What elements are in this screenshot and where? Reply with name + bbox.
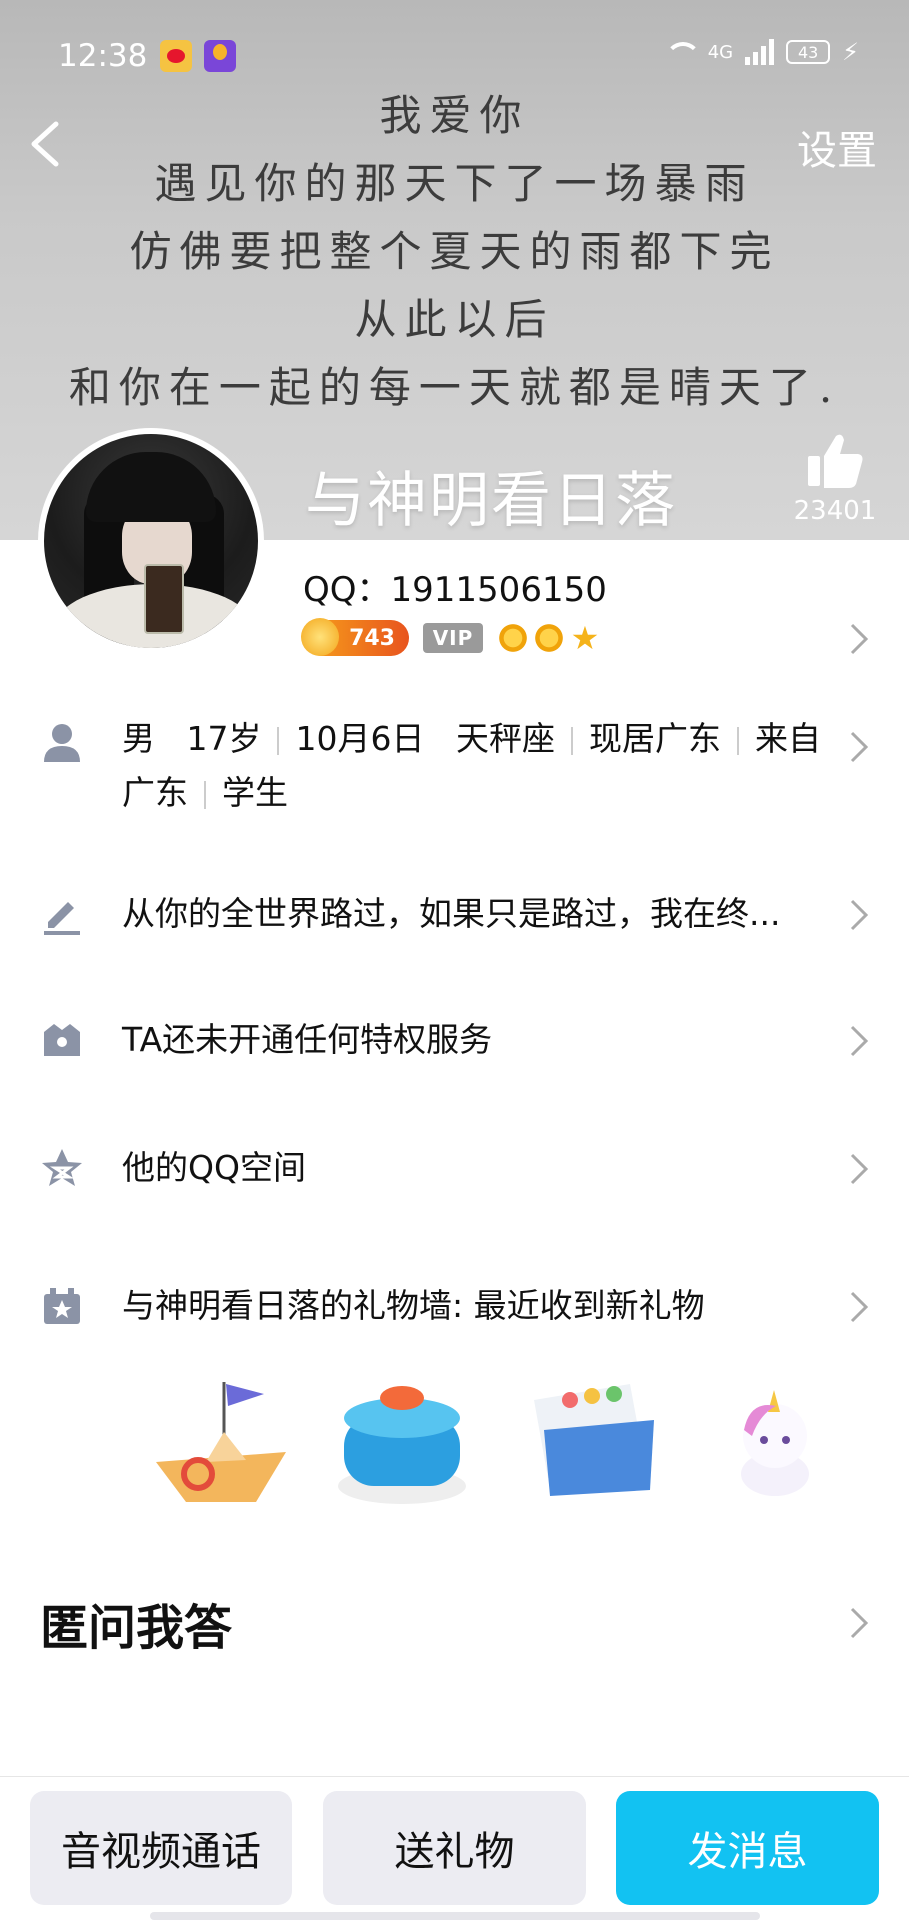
network-type: 4G (707, 41, 734, 63)
like-count: 23401 (793, 496, 877, 526)
gender: 男 (122, 719, 155, 758)
profile-nickname: 与神明看日落 (305, 466, 677, 536)
poem-line: 仿佛要把整个夏天的雨都下完 (129, 227, 780, 276)
badge-row[interactable]: 743 VIP ★ (301, 618, 601, 656)
qa-section-title: 匿问我答 (40, 1600, 233, 1656)
level-badge: 743 (301, 618, 409, 656)
gift-wall-text: 与神明看日落的礼物墙: 最近收到新礼物 (122, 1286, 705, 1325)
qq-number: QQ：1911506150 (303, 570, 607, 610)
send-message-button[interactable]: 发消息 (616, 1791, 879, 1905)
unicorn-icon (730, 1390, 820, 1504)
bottom-action-bar: 音视频通话 送礼物 发消息 (0, 1776, 909, 1920)
gift-icon (40, 1284, 84, 1328)
chevron-right-icon[interactable] (849, 1606, 869, 1640)
battery-icon: 43 (786, 40, 831, 64)
charging-icon: ⚡ (842, 38, 859, 66)
status-indicators: 4G 43 ⚡ (662, 38, 859, 66)
person-icon (40, 720, 84, 764)
gift-wall-row[interactable]: 与神明看日落的礼物墙: 最近收到新礼物 (0, 1284, 909, 1344)
poem-line: 遇见你的那天下了一场暴雨 (154, 159, 755, 208)
video-app-icon (204, 40, 236, 72)
poem-line: 从此以后 (354, 295, 555, 344)
star-level-icon: ★ (570, 619, 600, 657)
star-icon (40, 1146, 84, 1190)
privilege-row[interactable]: TA还未开通任何特权服务 (0, 1018, 909, 1078)
vip-badge: VIP (423, 623, 483, 653)
gift-list[interactable] (140, 1360, 840, 1510)
weibo-icon (160, 40, 192, 72)
privilege-text: TA还未开通任何特权服务 (122, 1020, 493, 1059)
chevron-right-icon[interactable] (849, 622, 869, 656)
status-bar: 12:38 4G 43 ⚡ (0, 0, 909, 110)
signature-row[interactable]: 从你的全世界路过，如果只是路过，我在终... (0, 892, 909, 952)
chevron-right-icon (849, 730, 869, 764)
chevron-right-icon (849, 1024, 869, 1058)
status-time: 12:38 (58, 38, 148, 74)
send-gift-button[interactable]: 送礼物 (323, 1791, 586, 1905)
level-value: 743 (349, 625, 395, 651)
video-call-button[interactable]: 音视频通话 (30, 1791, 292, 1905)
age: 17岁 (186, 719, 262, 758)
like-button[interactable]: 23401 (785, 430, 885, 526)
signal-icon (745, 39, 775, 65)
home-indicator[interactable] (150, 1912, 760, 1920)
signature-text: 从你的全世界路过，如果只是路过，我在终... (122, 894, 781, 933)
occupation: 学生 (222, 773, 288, 812)
settings-button[interactable]: 设置 (797, 118, 877, 176)
pencil-icon (40, 892, 84, 936)
battery-level: 43 (797, 42, 819, 62)
chevron-right-icon (849, 1290, 869, 1324)
qzone-text: 他的QQ空间 (122, 1148, 306, 1187)
chevron-right-icon (849, 1152, 869, 1186)
personal-info-row[interactable]: 男 17岁 10月6日 天秤座 现居广东 来自广东 学生 (0, 718, 909, 838)
banner-poem: 我爱你 遇见你的那天下了一场暴雨 仿佛要把整个夏天的雨都下完 从此以后 和你在一… (0, 82, 909, 422)
zodiac: 天秤座 (455, 719, 555, 758)
sun-icon (533, 622, 565, 654)
chevron-left-icon (31, 121, 59, 167)
avatar[interactable] (38, 428, 264, 654)
sun-icon (497, 622, 529, 654)
wifi-icon (662, 40, 701, 64)
birthday-card-icon (530, 1380, 660, 1504)
chevron-right-icon (849, 898, 869, 932)
paper-boat-icon (146, 1372, 296, 1516)
level-icons: ★ (497, 622, 601, 654)
birthday-cake-icon (332, 1376, 472, 1520)
crown-icon (40, 1018, 84, 1062)
thumbs-up-icon (808, 434, 863, 488)
qzone-row[interactable]: 他的QQ空间 (0, 1146, 909, 1206)
birthday: 10月6日 (295, 719, 425, 758)
back-button[interactable] (22, 116, 72, 172)
poem-line: 和你在一起的每一天就都是晴天了. (68, 363, 841, 412)
personal-info-text: 男 17岁 10月6日 天秤座 现居广东 来自广东 学生 (122, 712, 822, 820)
residence: 现居广东 (588, 719, 721, 758)
